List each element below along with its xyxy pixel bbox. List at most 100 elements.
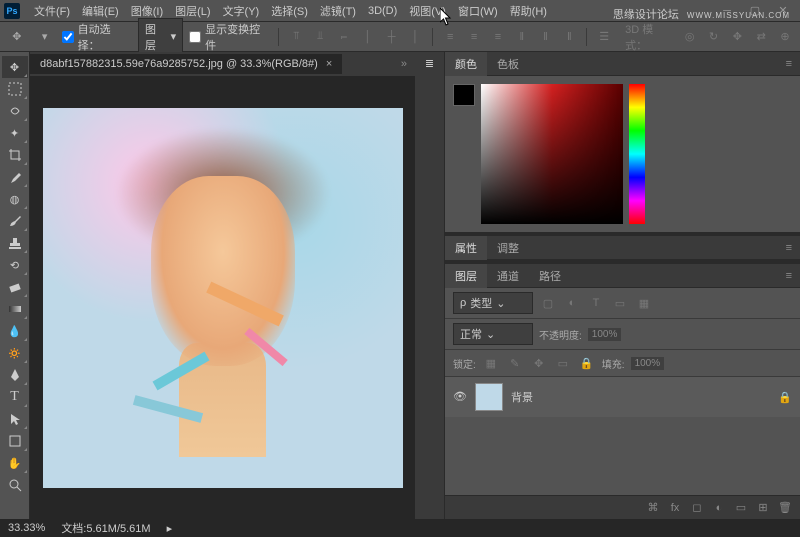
panel-menu-icon[interactable]: ≡	[778, 266, 800, 286]
foreground-color[interactable]	[453, 84, 475, 106]
layer-mask-icon[interactable]: ◻	[690, 501, 704, 514]
canvas[interactable]	[30, 76, 415, 519]
menu-select[interactable]: 选择(S)	[265, 1, 314, 21]
document-tab[interactable]: d8abf157882315.59e76a9285752.jpg @ 33.3%…	[30, 54, 342, 74]
path-select-tool[interactable]	[2, 408, 28, 430]
layer-thumbnail[interactable]	[475, 383, 503, 411]
align-top-icon[interactable]: ⫪	[287, 28, 305, 46]
tab-properties[interactable]: 属性	[445, 236, 487, 260]
document-info[interactable]: 文档:5.61M/5.61M	[61, 520, 150, 536]
dist-top-icon[interactable]: ≡	[441, 28, 459, 46]
wand-tool[interactable]: ✦	[2, 122, 28, 144]
align-vcenter-icon[interactable]: ⫫	[311, 28, 329, 46]
color-field[interactable]	[481, 84, 623, 224]
lock-artboard-icon[interactable]: ▭	[554, 354, 572, 372]
align-right-icon[interactable]: │	[407, 28, 425, 46]
tab-close-icon[interactable]: ×	[326, 58, 332, 70]
fill-value[interactable]: 100%	[631, 357, 665, 370]
info-chevron-icon[interactable]: ▸	[167, 522, 173, 535]
heal-tool[interactable]: ◍	[2, 188, 28, 210]
lasso-tool[interactable]	[2, 100, 28, 122]
panel-menu-icon[interactable]: ≡	[778, 54, 800, 74]
brush-tool[interactable]	[2, 210, 28, 232]
menu-edit[interactable]: 编辑(E)	[76, 1, 125, 21]
layer-name: 背景	[511, 389, 533, 405]
filter-shape-icon[interactable]: ▭	[611, 294, 629, 312]
gradient-tool[interactable]	[2, 298, 28, 320]
3d-zoom-icon[interactable]: ⊕	[776, 28, 794, 46]
auto-select-checkbox[interactable]: 自动选择：	[62, 21, 132, 53]
zoom-tool[interactable]	[2, 474, 28, 496]
lock-transparency-icon[interactable]: ▦	[482, 354, 500, 372]
tab-layers[interactable]: 图层	[445, 264, 487, 288]
tool-preset-dropdown[interactable]: ▾	[34, 26, 56, 48]
menu-view[interactable]: 视图(V)	[403, 1, 452, 21]
adjustment-layer-icon[interactable]: ◐	[712, 502, 726, 514]
menu-3d[interactable]: 3D(D)	[362, 3, 403, 19]
filter-type-icon[interactable]: T	[587, 294, 605, 312]
dist-bottom-icon[interactable]: ≡	[489, 28, 507, 46]
tab-swatches[interactable]: 色板	[487, 52, 529, 76]
visibility-icon[interactable]: 👁	[453, 390, 467, 404]
layer-fx-icon[interactable]: fx	[668, 502, 682, 514]
menu-filter[interactable]: 滤镜(T)	[314, 1, 362, 21]
auto-select-target[interactable]: 图层▾	[138, 18, 183, 56]
panel-icon[interactable]: ≣	[417, 52, 443, 74]
filter-pixel-icon[interactable]: ▢	[539, 294, 557, 312]
dist-left-icon[interactable]: ‖	[513, 28, 531, 46]
menu-type[interactable]: 文字(Y)	[217, 1, 266, 21]
filter-smart-icon[interactable]: ▦	[635, 294, 653, 312]
tab-paths[interactable]: 路径	[529, 264, 571, 288]
type-tool[interactable]: T	[2, 386, 28, 408]
blend-mode-select[interactable]: 正常⌄	[453, 323, 533, 345]
shape-tool[interactable]	[2, 430, 28, 452]
opacity-value[interactable]: 100%	[588, 328, 622, 341]
hand-tool[interactable]: ✋	[2, 452, 28, 474]
link-layers-icon[interactable]: ⌘	[646, 501, 660, 514]
align-bottom-icon[interactable]: ⫭	[335, 28, 353, 46]
marquee-tool[interactable]	[2, 78, 28, 100]
layer-group-icon[interactable]: ▭	[734, 501, 748, 514]
history-brush-tool[interactable]: ⟲	[2, 254, 28, 276]
tab-adjustments[interactable]: 调整	[487, 236, 529, 260]
new-layer-icon[interactable]: ⊞	[756, 501, 770, 514]
eraser-tool[interactable]	[2, 276, 28, 298]
document-image	[43, 108, 403, 488]
panel-menu-icon[interactable]: ≡	[778, 238, 800, 258]
menu-window[interactable]: 窗口(W)	[452, 1, 504, 21]
blur-tool[interactable]: 💧	[2, 320, 28, 342]
tab-color[interactable]: 颜色	[445, 52, 487, 76]
layer-kind-filter[interactable]: ρ类型⌄	[453, 292, 533, 314]
lock-position-icon[interactable]: ✥	[530, 354, 548, 372]
auto-align-icon[interactable]: ☰	[595, 28, 613, 46]
3d-slide-icon[interactable]: ⇄	[752, 28, 770, 46]
layer-row-background[interactable]: 👁 背景 🔒	[445, 377, 800, 417]
lock-all-icon[interactable]: 🔒	[578, 354, 596, 372]
right-dock: ≣ 颜色 色板 ≡ 属性 调整 ≡ 图层	[415, 52, 800, 519]
menu-help[interactable]: 帮助(H)	[504, 1, 553, 21]
zoom-level[interactable]: 33.33%	[8, 522, 45, 534]
stamp-tool[interactable]	[2, 232, 28, 254]
lock-fill-row: 锁定: ▦ ✎ ✥ ▭ 🔒 填充: 100%	[445, 350, 800, 377]
dist-hcenter-icon[interactable]: ‖	[537, 28, 555, 46]
3d-roll-icon[interactable]: ↻	[705, 28, 723, 46]
menu-file[interactable]: 文件(F)	[28, 1, 76, 21]
collapse-panels-icon[interactable]: »	[393, 54, 415, 74]
dodge-tool[interactable]: 🔅	[2, 342, 28, 364]
filter-adjust-icon[interactable]: ◐	[563, 294, 581, 312]
delete-layer-icon[interactable]: 🗑	[778, 501, 792, 514]
dist-vcenter-icon[interactable]: ≡	[465, 28, 483, 46]
align-left-icon[interactable]: │	[359, 28, 377, 46]
3d-pan-icon[interactable]: ✥	[728, 28, 746, 46]
move-tool[interactable]: ✥	[2, 56, 28, 78]
align-hcenter-icon[interactable]: ┼	[383, 28, 401, 46]
dist-right-icon[interactable]: ‖	[560, 28, 578, 46]
tab-channels[interactable]: 通道	[487, 264, 529, 288]
hue-slider[interactable]	[629, 84, 645, 224]
3d-orbit-icon[interactable]: ◎	[681, 28, 699, 46]
eyedropper-tool[interactable]	[2, 166, 28, 188]
pen-tool[interactable]	[2, 364, 28, 386]
lock-pixels-icon[interactable]: ✎	[506, 354, 524, 372]
crop-tool[interactable]	[2, 144, 28, 166]
show-transform-checkbox[interactable]: 显示变换控件	[189, 21, 270, 53]
